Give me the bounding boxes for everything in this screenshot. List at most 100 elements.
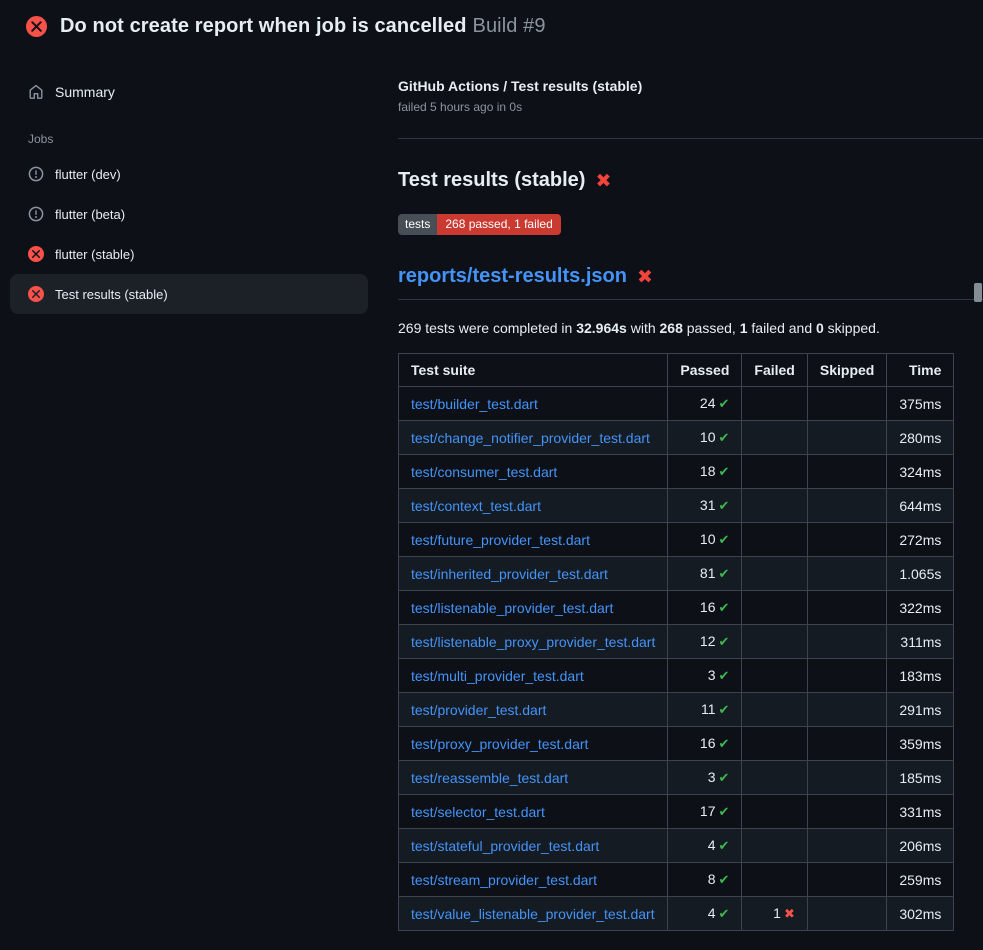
failed-x-icon: ✖ [637,268,653,287]
failed-cell [742,455,807,489]
job-label: flutter (stable) [55,247,134,262]
suite-cell: test/value_listenable_provider_test.dart [399,897,668,931]
count-value: 31 [700,497,716,513]
suite-link[interactable]: test/stream_provider_test.dart [411,872,597,888]
summary-line: 269 tests were completed in 32.964s with… [398,320,952,336]
sidebar-job-flutter-beta[interactable]: flutter (beta) [10,194,368,234]
time-cell: 324ms [887,455,954,489]
time-cell: 359ms [887,727,954,761]
table-row: test/future_provider_test.dart10✔272ms [399,523,954,557]
suite-link[interactable]: test/consumer_test.dart [411,464,557,480]
suite-link[interactable]: test/context_test.dart [411,498,541,514]
count-value: 10 [700,429,716,445]
skipped-cell [807,489,886,523]
time-cell: 1.065s [887,557,954,591]
jobs-section-label: Jobs [28,132,368,146]
passed-cell: 10✔ [668,421,742,455]
failed-cell [742,387,807,421]
main-content: GitHub Actions / Test results (stable) f… [398,52,983,931]
table-row: test/value_listenable_provider_test.dart… [399,897,954,931]
summary-text: 269 tests were completed in [398,320,576,336]
passed-cell: 11✔ [668,693,742,727]
suite-cell: test/multi_provider_test.dart [399,659,668,693]
check-icon: ✔ [719,464,730,479]
sidebar-item-summary[interactable]: Summary [10,76,368,108]
skipped-cell [807,795,886,829]
suite-link[interactable]: test/inherited_provider_test.dart [411,566,608,582]
count-value: 4 [708,905,716,921]
check-icon: ✔ [719,498,730,513]
suite-cell: test/listenable_proxy_provider_test.dart [399,625,668,659]
check-icon: ✔ [719,736,730,751]
sidebar-job-test-results-stable[interactable]: Test results (stable) [10,274,368,314]
passed-cell: 18✔ [668,455,742,489]
skipped-cell [807,455,886,489]
suite-cell: test/inherited_provider_test.dart [399,557,668,591]
sidebar-job-flutter-stable[interactable]: flutter (stable) [10,234,368,274]
run-header: Do not create report when job is cancell… [0,0,983,52]
suite-cell: test/context_test.dart [399,489,668,523]
time-cell: 185ms [887,761,954,795]
count-value: 81 [700,565,716,581]
run-title: Do not create report when job is cancell… [60,15,467,37]
table-row: test/stream_provider_test.dart 8✔ 259ms [399,863,954,897]
time-cell: 644ms [887,489,954,523]
summary-value: 268 [660,320,683,336]
suite-link[interactable]: test/listenable_provider_test.dart [411,600,613,616]
time-cell: 183ms [887,659,954,693]
suite-link[interactable]: test/change_notifier_provider_test.dart [411,430,650,446]
skipped-cell [807,693,886,727]
divider [398,138,983,139]
suite-link[interactable]: test/provider_test.dart [411,702,546,718]
table-row: test/multi_provider_test.dart3✔183ms [399,659,954,693]
check-icon: ✔ [719,396,730,411]
summary-text: passed, [683,320,740,336]
suite-cell: test/future_provider_test.dart [399,523,668,557]
table-row: test/listenable_proxy_provider_test.dart… [399,625,954,659]
suite-link[interactable]: test/multi_provider_test.dart [411,668,584,684]
table-row: test/builder_test.dart24✔375ms [399,387,954,421]
suite-link[interactable]: test/selector_test.dart [411,804,545,820]
summary-text: skipped. [824,320,880,336]
suite-link[interactable]: test/listenable_proxy_provider_test.dart [411,634,655,650]
check-icon: ✔ [719,634,730,649]
failed-cell [742,863,807,897]
suite-link[interactable]: test/future_provider_test.dart [411,532,590,548]
failed-cell [742,761,807,795]
summary-value: 32.964s [576,320,627,336]
skipped-cell [807,863,886,897]
suite-link[interactable]: test/builder_test.dart [411,396,538,412]
passed-cell: 8✔ [668,863,742,897]
run-status-line: failed 5 hours ago in 0s [398,100,952,114]
check-icon: ✔ [719,804,730,819]
vertical-scrollbar-thumb[interactable] [974,283,982,302]
check-icon: ✔ [719,702,730,717]
report-link[interactable]: reports/test-results.json [398,265,627,288]
check-icon: ✔ [719,872,730,887]
count-value: 17 [700,803,716,819]
time-cell: 302ms [887,897,954,931]
suite-cell: test/selector_test.dart [399,795,668,829]
check-icon: ✔ [719,770,730,785]
suite-link[interactable]: test/proxy_provider_test.dart [411,736,588,752]
suite-cell: test/consumer_test.dart [399,455,668,489]
suite-link[interactable]: test/reassemble_test.dart [411,770,568,786]
passed-cell: 16✔ [668,591,742,625]
check-icon: ✔ [719,906,730,921]
table-row: test/stateful_provider_test.dart4✔206ms [399,829,954,863]
neutral-circle-icon [28,206,44,222]
skipped-cell [807,625,886,659]
passed-cell: 10✔ [668,523,742,557]
passed-cell: 17✔ [668,795,742,829]
time-cell: 259ms [887,863,954,897]
sidebar-job-flutter-dev[interactable]: flutter (dev) [10,154,368,194]
count-value: 16 [700,599,716,615]
failed-cell [742,693,807,727]
count-value: 16 [700,735,716,751]
count-value: 1 [773,905,781,921]
suite-link[interactable]: test/value_listenable_provider_test.dart [411,906,655,922]
home-icon [28,84,44,100]
count-value: 3 [708,769,716,785]
suite-cell: test/provider_test.dart [399,693,668,727]
suite-link[interactable]: test/stateful_provider_test.dart [411,838,599,854]
